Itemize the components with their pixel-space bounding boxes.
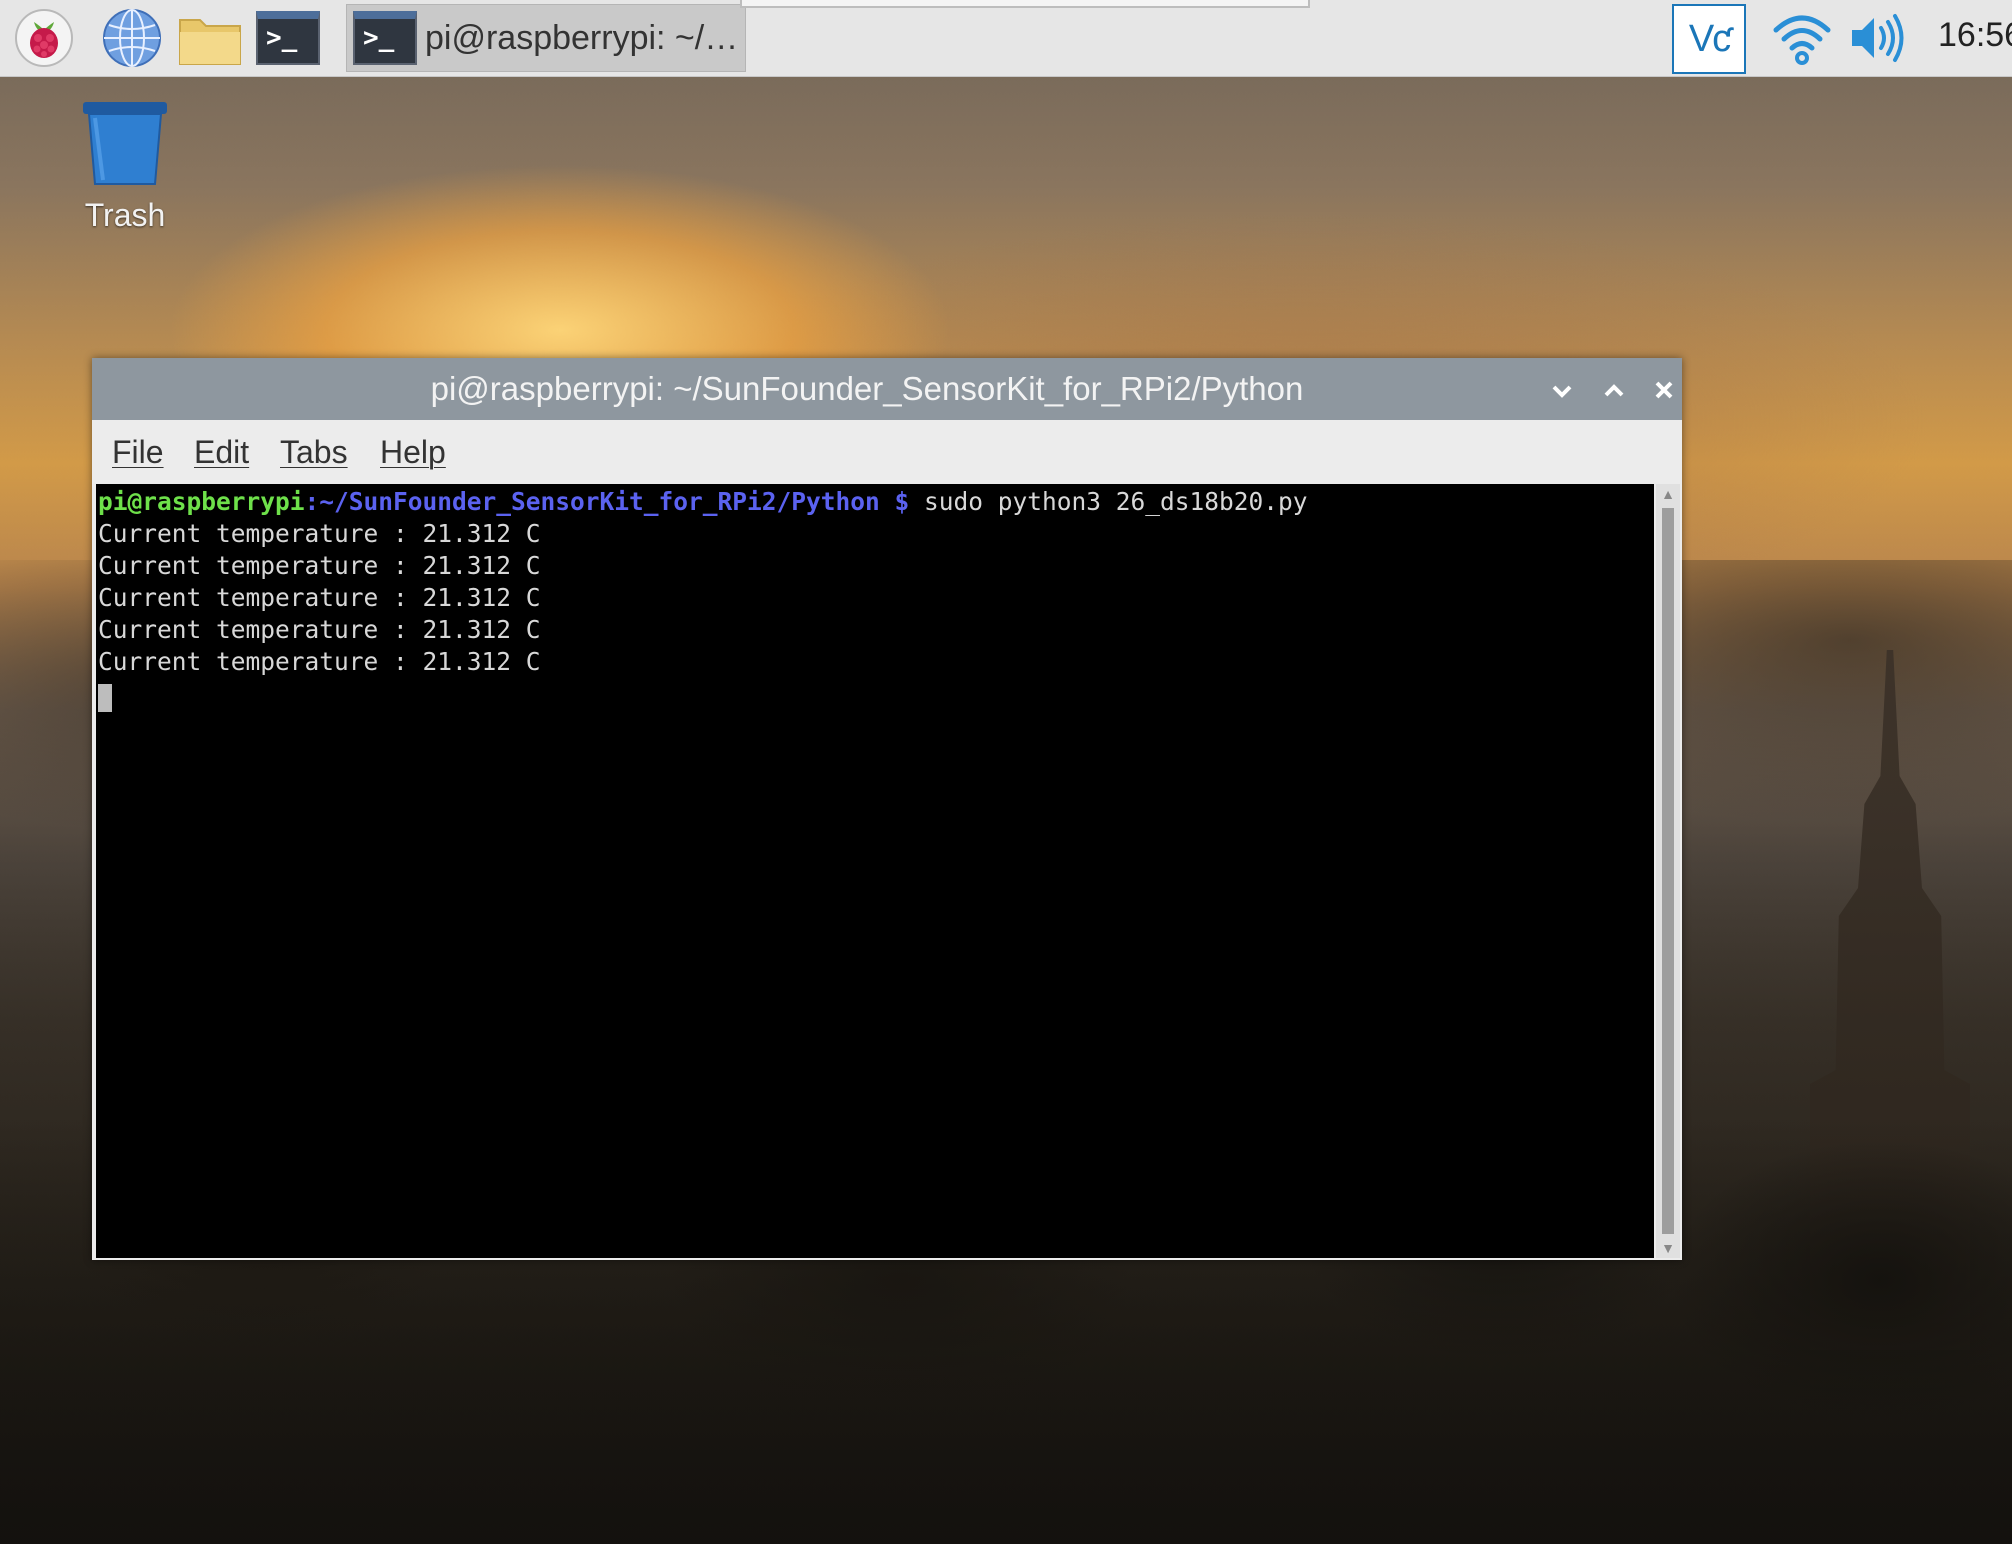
clock[interactable]: 16:56 bbox=[1938, 16, 2012, 55]
volume-button[interactable] bbox=[1848, 10, 1908, 66]
taskbar: >_ >_ pi@raspberrypi: ~/S... Vƈ 16:56 bbox=[0, 0, 2012, 77]
terminal-launcher-button[interactable]: >_ bbox=[256, 6, 320, 70]
raspberry-menu-icon bbox=[15, 9, 73, 67]
close-icon bbox=[1655, 381, 1673, 399]
minimize-button[interactable] bbox=[1542, 370, 1582, 410]
file-manager-button[interactable] bbox=[178, 6, 242, 70]
output-line: Current temperature : 21.312 C bbox=[98, 551, 541, 580]
wifi-button[interactable] bbox=[1770, 8, 1834, 68]
folder-icon bbox=[179, 19, 241, 65]
output-line: Current temperature : 21.312 C bbox=[98, 519, 541, 548]
prompt-path: :~/SunFounder_SensorKit_for_RPi2/Python … bbox=[304, 487, 910, 516]
taskbar-window-label: pi@raspberrypi: ~/S... bbox=[425, 18, 745, 57]
command-text: sudo python3 26_ds18b20.py bbox=[909, 487, 1308, 516]
trash-label: Trash bbox=[84, 197, 166, 233]
close-button[interactable] bbox=[1644, 370, 1684, 410]
scrollbar-thumb[interactable] bbox=[1662, 508, 1674, 1234]
window-menubar: File Edit Tabs Help bbox=[92, 420, 1682, 480]
prompt-user: pi@raspberrypi bbox=[98, 487, 305, 516]
terminal-scrollbar[interactable]: ▲ ▼ bbox=[1656, 484, 1680, 1258]
wifi-icon bbox=[1773, 15, 1831, 65]
chevron-up-icon bbox=[1604, 384, 1624, 397]
maximize-button[interactable] bbox=[1594, 370, 1634, 410]
menu-tabs[interactable]: Tabs bbox=[280, 434, 348, 471]
chevron-down-icon bbox=[1552, 385, 1572, 398]
window-title: pi@raspberrypi: ~/SunFounder_SensorKit_f… bbox=[430, 370, 1304, 407]
terminal-icon: >_ bbox=[256, 11, 320, 65]
menu-file[interactable]: File bbox=[112, 434, 164, 471]
globe-icon bbox=[103, 9, 161, 67]
vnc-icon: Vƈ bbox=[1688, 17, 1731, 60]
raspberry-menu-button[interactable] bbox=[12, 6, 76, 70]
output-line: Current temperature : 21.312 C bbox=[98, 647, 541, 676]
trash-icon bbox=[83, 102, 167, 185]
terminal-window: pi@raspberrypi: ~/SunFounder_SensorKit_f… bbox=[92, 358, 1682, 1260]
output-line: Current temperature : 21.312 C bbox=[98, 583, 541, 612]
window-titlebar[interactable]: pi@raspberrypi: ~/SunFounder_SensorKit_f… bbox=[92, 358, 1682, 420]
browser-button[interactable] bbox=[100, 6, 164, 70]
scroll-down-arrow-icon[interactable]: ▼ bbox=[1658, 1240, 1678, 1256]
terminal-output[interactable]: pi@raspberrypi:~/SunFounder_SensorKit_fo… bbox=[96, 484, 1654, 1258]
panel-drag-strip bbox=[740, 0, 1310, 8]
menu-help[interactable]: Help bbox=[380, 434, 446, 471]
taskbar-window-item-terminal[interactable]: >_ pi@raspberrypi: ~/S... bbox=[346, 4, 746, 72]
menu-edit[interactable]: Edit bbox=[194, 434, 249, 471]
desktop-trash[interactable]: Trash bbox=[70, 100, 180, 234]
terminal-icon: >_ bbox=[353, 11, 417, 65]
command-line: pi@raspberrypi:~/SunFounder_SensorKit_fo… bbox=[98, 486, 1654, 518]
output-line: Current temperature : 21.312 C bbox=[98, 615, 541, 644]
text-cursor bbox=[98, 684, 112, 712]
vnc-server-button[interactable]: Vƈ bbox=[1672, 4, 1746, 74]
volume-icon bbox=[1852, 14, 1904, 62]
scroll-up-arrow-icon[interactable]: ▲ bbox=[1658, 486, 1678, 502]
